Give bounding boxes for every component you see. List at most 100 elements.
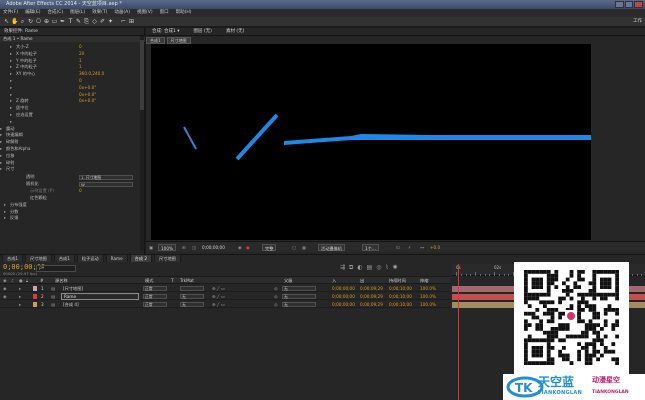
layer-duration[interactable]: 0;00;10;00	[389, 293, 412, 300]
layer-out[interactable]: 0;00;09;29	[360, 301, 383, 308]
layer-stretch[interactable]: 100.0%	[420, 293, 436, 300]
effect-property-row[interactable]: ▸ 分布强度	[0, 202, 145, 208]
layer-visibility-icon[interactable]: ◉	[3, 293, 7, 300]
breadcrumb-comp1[interactable]: 合成1	[146, 37, 165, 44]
menu-view[interactable]: 视图(V)	[137, 9, 153, 17]
timeline-tab-5[interactable]: Rame	[105, 254, 128, 262]
menu-edit[interactable]: 编辑(E)	[25, 9, 40, 17]
effect-property-value[interactable]: 1	[79, 64, 82, 70]
menu-animation[interactable]: 动画(A)	[114, 9, 130, 17]
playhead[interactable]	[458, 264, 459, 400]
twirl-icon[interactable]: ▸	[10, 92, 12, 98]
twirl-icon[interactable]: ▸	[10, 105, 12, 111]
hand-tool-icon[interactable]: ✋	[11, 18, 18, 25]
effect-dropdown[interactable]: W	[79, 182, 133, 188]
effect-property-row[interactable]: ▸ Z 中的粒子 1	[0, 64, 145, 70]
camera-icon[interactable]: ◉	[238, 244, 242, 251]
zoom-dropdown[interactable]: 100%	[158, 244, 176, 251]
effect-property-row[interactable]: ▸ 0x+0.0°	[0, 92, 145, 98]
safe-areas-icon[interactable]: ⊞	[182, 244, 186, 251]
timeline-tab-6[interactable]: 合成 2	[129, 254, 153, 262]
twirl-icon[interactable]: ▸	[0, 139, 2, 145]
close-button[interactable]	[634, 1, 644, 8]
layer-label-color[interactable]	[33, 302, 37, 307]
views-dropdown[interactable]: 1个...	[362, 244, 379, 251]
twirl-icon[interactable]: ▸	[10, 64, 12, 70]
layer-duration[interactable]: 0;00;10;00	[389, 301, 412, 308]
twirl-icon[interactable]: ▸	[10, 44, 12, 50]
comp-mini-flowchart-icon[interactable]: ⇶	[340, 264, 345, 272]
layer-switches-icon[interactable]: ⊕ ╱ ▭	[212, 301, 225, 308]
twirl-icon[interactable]: ▸	[10, 119, 12, 125]
draft-3d-icon[interactable]: ⧉	[349, 264, 353, 272]
layer-stretch[interactable]: 100.0%	[420, 285, 436, 292]
layer-expand-icon[interactable]: ▸	[19, 301, 21, 308]
layer-expand-icon[interactable]: ▸	[19, 293, 21, 300]
effect-dropdown[interactable]: 1. 尺寸地图	[79, 175, 133, 181]
effect-property-row[interactable]: ▸ 0	[0, 78, 145, 84]
effect-controls-tab[interactable]: 效果控件: Rame	[0, 28, 144, 36]
shy-layers-icon[interactable]: ◐	[357, 264, 362, 272]
timeline-layer-row[interactable]: ◉ ▸ 1 ▤ [尺寸地图] 正常 ⊕ ╱ ▭ ◎ 无 0;00;00;00 0;00;09;29 0…	[0, 285, 450, 292]
maximize-button[interactable]	[624, 1, 634, 8]
timeline-tab-4[interactable]: 粒子运动	[76, 254, 104, 262]
twirl-icon[interactable]: ▸	[0, 132, 2, 138]
toggle-pixel-aspect-icon[interactable]: ⊡	[396, 244, 400, 251]
effect-scroll-thumb[interactable]	[140, 40, 144, 110]
layer-expand-icon[interactable]: ▸	[19, 285, 21, 292]
timeline-tab-3[interactable]: 合成1	[53, 254, 75, 262]
pickwhip-icon[interactable]: ◎	[274, 285, 278, 292]
flowchart-icon[interactable]: ⊶	[420, 244, 424, 251]
transparency-grid-icon[interactable]: ▦	[302, 244, 306, 251]
resolution-dropdown[interactable]: 完整	[262, 244, 277, 251]
layer-visibility-icon[interactable]: ◉	[3, 285, 7, 292]
twirl-icon[interactable]: ▸	[10, 98, 12, 104]
layer-out[interactable]: 0;00;09;29	[360, 293, 383, 300]
effect-property-row[interactable]: ▸ XY 的中心 360.0,240.0	[0, 71, 145, 77]
zoom-tool-icon[interactable]: ⌕	[19, 18, 26, 25]
twirl-icon[interactable]: ▸	[4, 209, 6, 215]
roto-brush-tool-icon[interactable]: ✐	[99, 18, 106, 25]
menu-help[interactable]: 帮助(H)	[176, 9, 192, 17]
menu-window[interactable]: 窗口	[160, 9, 169, 17]
tab-composition[interactable]: 合成: 合成1 ▾	[152, 28, 180, 35]
effect-property-value[interactable]: 0	[79, 44, 82, 50]
tab-layer[interactable]: 图层 (无)	[194, 28, 212, 35]
camera-dropdown[interactable]: 活动摄像机	[318, 244, 345, 251]
effect-property-row[interactable]: ▸ 位移	[0, 153, 145, 159]
effect-property-row[interactable]: ▸ Z 旋转 0x+0.0°	[0, 98, 145, 104]
twirl-icon[interactable]: ▸	[10, 78, 12, 84]
composition-viewer[interactable]	[151, 44, 591, 240]
brainstorm-icon[interactable]: ✺	[392, 264, 397, 272]
layer-trkmat-dropdown[interactable]	[180, 286, 204, 291]
effect-property-row[interactable]: ▸ 颜色和Alpha	[0, 146, 145, 152]
twirl-icon[interactable]: ▸	[0, 166, 2, 172]
brush-tool-icon[interactable]: ✎	[75, 18, 82, 25]
fast-previews-icon[interactable]: ⚡	[408, 244, 411, 251]
layer-trkmat-dropdown[interactable]: 无	[180, 294, 204, 299]
timeline-layer-row[interactable]: ▸ 3 ▤ [合成 4] 正常 无 ⊕ ╱ ▭ ◎ 无 0;00;00;00 0;00;09;29 0…	[0, 301, 450, 308]
layer-label-color[interactable]	[33, 286, 37, 291]
twirl-icon[interactable]: ▸	[10, 71, 12, 77]
layer-name-input[interactable]: Rame	[61, 293, 139, 300]
layer-parent-dropdown[interactable]: 无	[282, 286, 316, 291]
twirl-icon[interactable]: ▸	[0, 126, 2, 132]
twirl-icon[interactable]: ▸	[10, 85, 12, 91]
effect-property-value[interactable]: 20	[79, 51, 84, 57]
effect-property-row[interactable]: ▸ 居中位	[0, 105, 145, 111]
twirl-icon[interactable]: ▸	[0, 153, 2, 159]
layer-in[interactable]: 0;00;00;00	[332, 301, 355, 308]
axis-mode-icon[interactable]: ⊞	[128, 18, 135, 25]
effect-property-value[interactable]: 360.0,240.0	[79, 71, 104, 77]
tab-footage[interactable]: 素材 (无)	[226, 28, 244, 35]
twirl-icon[interactable]: ▸	[10, 112, 12, 118]
layer-in[interactable]: 0;00;00;00	[332, 285, 355, 292]
exposure-value[interactable]: +0.0	[430, 244, 440, 251]
menu-effect[interactable]: 效果(T)	[92, 9, 107, 17]
effect-property-row[interactable]: ▸ 快速编辑	[0, 132, 145, 138]
effect-property-row[interactable]: 红色颗粒	[0, 195, 145, 201]
twirl-icon[interactable]: ▸	[0, 160, 2, 166]
motion-blur-icon[interactable]: ◎	[376, 264, 381, 272]
layer-mode-dropdown[interactable]: 正常	[143, 286, 167, 291]
region-of-interest-icon[interactable]: ▢	[292, 244, 296, 251]
